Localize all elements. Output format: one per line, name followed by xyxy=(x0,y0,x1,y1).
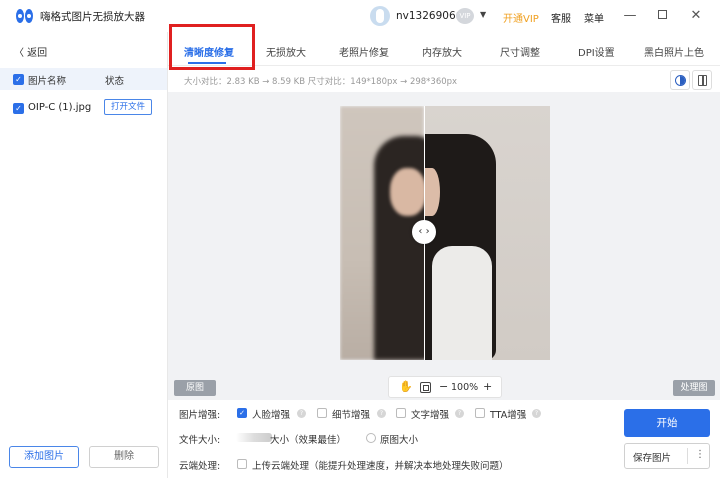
tab-bw-colorize[interactable]: 黑白照片上色 xyxy=(644,44,704,59)
text-enhance-checkbox[interactable] xyxy=(396,408,406,418)
file-name: OIP-C (1).jpg xyxy=(28,102,92,113)
blurred-option-text xyxy=(236,433,272,442)
face-enhance-checkbox[interactable]: ✓ xyxy=(237,408,247,418)
select-all-checkbox[interactable]: ✓ xyxy=(13,74,24,85)
file-list-panel: 〈 返回 ✓ 图片名称 状态 ✓ OIP-C (1).jpg 打开文件 添加图片… xyxy=(0,32,168,478)
help-icon[interactable]: ? xyxy=(532,409,541,418)
column-status-header: 状态 xyxy=(105,76,125,87)
cloud-process-label: 上传云端处理（能提升处理速度，并解决本地处理失败问题） xyxy=(252,461,509,472)
detail-enhance-checkbox[interactable] xyxy=(317,408,327,418)
fit-screen-icon[interactable] xyxy=(420,382,431,393)
tab-size-adjust[interactable]: 尺寸调整 xyxy=(500,44,540,59)
zoom-level: 100% xyxy=(451,382,479,393)
more-options-icon[interactable]: ⋮ xyxy=(695,449,705,460)
tab-old-photo-repair[interactable]: 老照片修复 xyxy=(339,44,389,59)
file-list-header: ✓ 图片名称 状态 xyxy=(0,68,167,90)
processed-image-label[interactable]: 处理图 xyxy=(673,380,715,396)
user-avatar[interactable] xyxy=(370,6,390,26)
column-name-header: 图片名称 xyxy=(28,76,67,87)
tab-clarity-repair[interactable]: 清晰度修复 xyxy=(184,44,234,59)
delete-button[interactable]: 删除 xyxy=(89,446,159,468)
face-enhance-label: 人脸增强 xyxy=(252,410,291,421)
maximize-icon xyxy=(657,10,667,19)
close-button[interactable]: ✕ xyxy=(686,6,706,26)
split-view-icon xyxy=(698,75,707,86)
help-icon[interactable]: ? xyxy=(297,409,306,418)
cloud-label: 云端处理: xyxy=(179,461,221,472)
add-image-button[interactable]: 添加图片 xyxy=(9,446,79,468)
help-icon[interactable]: ? xyxy=(455,409,464,418)
tab-dpi-settings[interactable]: DPI设置 xyxy=(578,44,615,59)
app-title: 嗨格式图片无损放大器 xyxy=(40,11,145,23)
zoom-out-button[interactable]: − xyxy=(439,380,448,393)
size-compare-info: 大小对比：2.83 KB → 8.59 KB 尺寸对比：149*180px → … xyxy=(184,77,458,87)
compare-mode-button[interactable] xyxy=(670,70,690,90)
file-checkbox[interactable]: ✓ xyxy=(13,103,24,114)
original-image-label[interactable]: 原图 xyxy=(174,380,216,396)
tab-lossless-upscale[interactable]: 无损放大 xyxy=(266,44,306,59)
app-logo-icon xyxy=(16,9,34,23)
app-window: 嗨格式图片无损放大器 nv13269066 VIP ▼ 开通VIP 客服 菜单 … xyxy=(0,0,720,478)
title-bar: 嗨格式图片无损放大器 nv13269066 VIP ▼ 开通VIP 客服 菜单 … xyxy=(0,0,720,32)
feature-tabs: 清晰度修复 无损放大 老照片修复 内存放大 尺寸调整 DPI设置 黑白照片上色 xyxy=(168,32,720,66)
customer-service-link[interactable]: 客服 xyxy=(551,10,571,25)
back-button[interactable]: 〈 返回 xyxy=(14,44,47,59)
zoom-in-button[interactable]: + xyxy=(483,380,492,393)
original-size-radio[interactable] xyxy=(366,433,376,443)
open-file-button[interactable]: 打开文件 xyxy=(104,99,152,115)
username[interactable]: nv13269066 xyxy=(396,10,462,22)
enhance-label: 图片增强: xyxy=(179,410,221,421)
help-icon[interactable]: ? xyxy=(377,409,386,418)
save-image-button[interactable]: 保存图片 ⋮ xyxy=(624,443,710,469)
preview-image xyxy=(340,106,550,360)
active-tab-indicator xyxy=(188,62,226,64)
maximize-button[interactable] xyxy=(652,6,672,26)
preview-canvas: ‹ › 原图 处理图 ✋ − 100% + xyxy=(168,92,720,400)
start-button[interactable]: 开始 xyxy=(624,409,710,437)
original-size-label: 原图大小 xyxy=(380,435,419,446)
open-vip-link[interactable]: 开通VIP xyxy=(503,10,539,25)
save-image-label: 保存图片 xyxy=(633,453,672,464)
minimize-button[interactable]: — xyxy=(620,6,640,26)
menu-link[interactable]: 菜单 xyxy=(584,10,604,25)
tta-enhance-label: TTA增强 xyxy=(490,410,527,421)
zoom-toolbar: ✋ − 100% + xyxy=(388,376,502,398)
tta-enhance-checkbox[interactable] xyxy=(475,408,485,418)
hand-icon[interactable]: ✋ xyxy=(399,380,413,393)
compare-slider-handle[interactable]: ‹ › xyxy=(412,220,436,244)
detail-enhance-label: 细节增强 xyxy=(332,410,371,421)
split-view-button[interactable] xyxy=(692,70,712,90)
tab-memory-upscale[interactable]: 内存放大 xyxy=(422,44,462,59)
file-row[interactable]: ✓ OIP-C (1).jpg 打开文件 xyxy=(0,98,167,120)
vip-badge-icon: VIP xyxy=(456,8,474,24)
account-dropdown-icon[interactable]: ▼ xyxy=(480,10,486,19)
text-enhance-label: 文字增强 xyxy=(411,410,450,421)
cloud-process-checkbox[interactable] xyxy=(237,459,247,469)
filesize-label: 文件大小: xyxy=(179,435,221,446)
contrast-icon xyxy=(675,75,686,86)
filesize-best-option[interactable]: 大小（效果最佳） xyxy=(270,432,346,446)
